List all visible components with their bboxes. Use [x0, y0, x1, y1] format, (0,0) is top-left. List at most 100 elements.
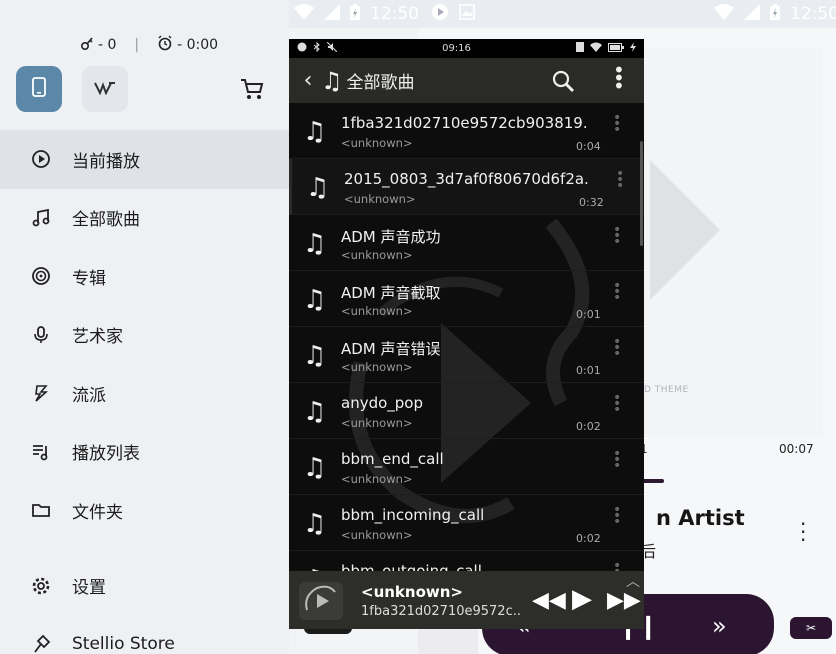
- search-icon[interactable]: [551, 69, 575, 97]
- song-title: bbm_end_call: [341, 450, 444, 468]
- battery-icon: [350, 3, 360, 25]
- vk-icon: [94, 80, 116, 99]
- microphone-icon: [30, 324, 52, 346]
- song-title: bbm_incoming_call: [341, 506, 485, 524]
- status-time: 12:50: [370, 4, 419, 24]
- song-title: ADM 声音错误: [341, 340, 441, 358]
- song-artist: <unknown>: [344, 192, 416, 206]
- song-artist: <unknown>: [341, 136, 413, 150]
- song-menu-icon[interactable]: •••: [613, 111, 621, 137]
- song-title: anydo_pop: [341, 394, 423, 412]
- song-row[interactable]: ♫ anydo_pop <unknown> 0:02 • • •: [289, 383, 644, 439]
- signal-icon: [324, 3, 340, 25]
- play-notification-icon: [431, 3, 449, 26]
- counter-time: - 0:00: [177, 37, 219, 53]
- counter-count: - 0: [98, 37, 117, 53]
- playlist-icon: [30, 441, 52, 463]
- song-menu-icon[interactable]: •••: [613, 503, 621, 529]
- song-row[interactable]: ♫ ADM 声音成功 <unknown> • • •: [289, 215, 644, 271]
- status-bar-mid: 12:50: [294, 0, 485, 28]
- song-menu-icon[interactable]: •••: [613, 335, 621, 361]
- play-icon[interactable]: ▶: [572, 584, 592, 614]
- song-duration: 0:32: [579, 196, 604, 209]
- menu-item-artists[interactable]: 艺术家: [0, 306, 289, 365]
- drawer-counters: - 0 | - 0:00: [80, 35, 218, 55]
- more-vert-icon[interactable]: • • •: [613, 60, 625, 96]
- now-playing-artist: <unknown>: [361, 583, 463, 601]
- song-artist: <unknown>: [341, 528, 413, 542]
- app-status-bar: 09:16: [289, 39, 644, 58]
- next-icon[interactable]: ▶▶: [607, 588, 641, 613]
- alarm-icon: [157, 35, 173, 55]
- song-list: ♫ 1fba321d02710e9572cb903819.. <unknown>…: [289, 103, 644, 607]
- menu-item-label: Stellio Store: [72, 634, 175, 654]
- status-bar-right: 12:50: [714, 0, 836, 28]
- music-note-icon: ♫: [303, 509, 327, 539]
- menu-item-label: 文件夹: [72, 502, 123, 523]
- music-note-icon: ♫: [303, 453, 327, 483]
- song-menu-icon[interactable]: •••: [613, 223, 621, 249]
- song-row[interactable]: ♫ bbm_end_call <unknown> • • •: [289, 439, 644, 495]
- music-note-icon: ♫: [306, 173, 330, 203]
- notification-badge-icon: [297, 42, 307, 55]
- cart-icon[interactable]: [240, 78, 264, 100]
- menu-item-playlists[interactable]: 播放列表: [0, 423, 289, 482]
- back-icon[interactable]: ‹: [295, 68, 321, 93]
- song-menu-icon[interactable]: •••: [616, 167, 624, 193]
- now-playing-bar[interactable]: ︿ <unknown> 1fba321d02710e9572c.. ◀◀ ▶ ▶…: [289, 571, 644, 629]
- menu-item-folders[interactable]: 文件夹: [0, 481, 289, 540]
- music-note-icon: ♫: [303, 285, 327, 315]
- song-duration: 0:01: [576, 364, 601, 377]
- more-vert-icon[interactable]: · · ·: [800, 514, 806, 550]
- local-source-button[interactable]: [16, 66, 62, 112]
- menu-item-label: 当前播放: [72, 151, 140, 172]
- menu-item-store[interactable]: Stellio Store: [0, 615, 289, 654]
- sim-icon: [575, 42, 584, 55]
- counter-separator: |: [134, 37, 140, 53]
- song-menu-icon[interactable]: •••: [613, 279, 621, 305]
- music-note-icon: ♫: [303, 229, 327, 259]
- song-title: ADM 声音截取: [341, 284, 441, 302]
- song-artist: <unknown>: [341, 248, 413, 262]
- song-row[interactable]: ♫ ADM 声音错误 <unknown> 0:01 • • •: [289, 327, 644, 383]
- shuffle-icon[interactable]: ✂: [790, 617, 832, 639]
- menu-item-label: 全部歌曲: [72, 210, 140, 231]
- previous-icon[interactable]: ◀◀: [532, 588, 566, 613]
- menu-item-albums[interactable]: 专辑: [0, 247, 289, 306]
- page-title: 全部歌曲: [346, 73, 415, 93]
- menu-item-settings[interactable]: 设置: [0, 557, 289, 616]
- wifi-icon: [589, 42, 602, 55]
- menu-item-label: 流派: [72, 385, 106, 406]
- phone-icon: [32, 77, 46, 101]
- song-title: 2015_0803_3d7af0f80670d6f2a..: [344, 170, 589, 188]
- song-menu-icon[interactable]: •••: [613, 447, 621, 473]
- folder-icon: [30, 499, 52, 521]
- vk-source-button[interactable]: [82, 66, 128, 112]
- song-title: ADM 声音成功: [341, 228, 441, 246]
- battery-icon: [770, 3, 780, 25]
- battery-icon: [607, 42, 624, 55]
- menu-item-label: 播放列表: [72, 444, 140, 465]
- menu-item-all-songs[interactable]: 全部歌曲: [0, 189, 289, 248]
- next-icon[interactable]: »: [712, 612, 727, 640]
- song-row[interactable]: ♫ ADM 声音截取 <unknown> 0:01 • • •: [289, 271, 644, 327]
- song-row[interactable]: ♫ bbm_incoming_call <unknown> 0:02 • • •: [289, 495, 644, 551]
- key-icon: [80, 35, 94, 55]
- scrollbar[interactable]: [640, 141, 643, 246]
- music-note-icon: ♫: [303, 117, 327, 147]
- status-time: 12:50: [790, 4, 836, 24]
- image-notification-icon: [459, 3, 475, 25]
- song-row[interactable]: ♫ 1fba321d02710e9572cb903819.. <unknown>…: [289, 103, 644, 159]
- menu-item-now-playing[interactable]: 当前播放: [0, 130, 289, 189]
- menu-item-genres[interactable]: 流派: [0, 364, 289, 423]
- song-duration: 0:01: [576, 308, 601, 321]
- music-note-icon: ♫: [303, 397, 327, 427]
- genre-icon: [30, 382, 52, 404]
- song-menu-icon[interactable]: •••: [613, 391, 621, 417]
- signal-icon: [744, 3, 760, 25]
- gear-icon: [30, 575, 52, 597]
- menu-item-label: 设置: [72, 578, 106, 599]
- album-art-play-shape: [650, 160, 720, 300]
- song-row[interactable]: ♫ 2015_0803_3d7af0f80670d6f2a.. <unknown…: [289, 159, 644, 215]
- song-title: 1fba321d02710e9572cb903819..: [341, 114, 586, 132]
